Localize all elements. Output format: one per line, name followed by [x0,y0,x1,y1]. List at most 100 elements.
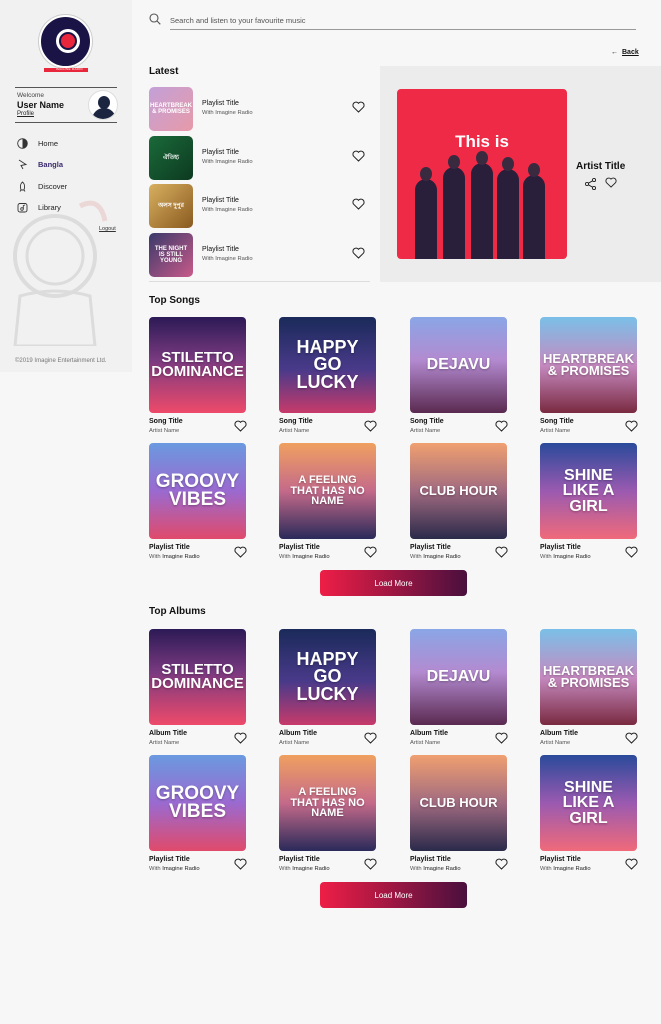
song-card[interactable]: Heartbreak & Promises Song Title Artist … [540,317,638,437]
playlist-artwork: Shine Like A Girl [540,443,637,539]
card-title: Playlist Title [279,544,320,551]
latest-artwork: The Night Is Still Young [149,233,193,277]
album-card[interactable]: Stiletto Dominance Album Title Artist Na… [149,629,247,749]
sidebar-item-bangla[interactable]: Bangla [17,159,63,170]
subtitle-strong: Imagine Radio [292,554,330,560]
album-artwork: Dejavu [410,629,507,725]
heart-icon[interactable] [495,858,508,870]
card-title: Album Title [410,730,448,737]
subtitle-prefix: With [149,554,161,560]
album-artwork: Heartbreak & Promises [540,629,637,725]
song-card[interactable]: Happy Go Lucky Song Title Artist Name [279,317,377,437]
heart-icon[interactable] [364,546,377,558]
band-member-head [448,155,460,169]
card-subtitle: With Imagine Radio [279,866,330,872]
heart-icon[interactable] [364,732,377,744]
heart-icon[interactable] [364,420,377,432]
subtitle-prefix: With [410,554,422,560]
card-title: Album Title [149,730,187,737]
card-title: Playlist Title [540,544,581,551]
copyright: ©2019 Imagine Entertainment Ltd. [15,358,107,364]
top-albums-heading: Top Albums [149,606,206,617]
card-subtitle: Artist Name [410,740,441,746]
card-title: Playlist Title [279,856,320,863]
card-title: Album Title [279,730,317,737]
card-subtitle: With Imagine Radio [540,866,591,872]
latest-artwork: ঐতিহ্য [149,136,193,180]
playlist-card[interactable]: Club Hour Playlist Title With Imagine Ra… [410,443,508,563]
album-card[interactable]: Happy Go Lucky Album Title Artist Name [279,629,377,749]
latest-item[interactable]: ঐতিহ্য Playlist Title With Imagine Radio [149,136,370,180]
playlist-card[interactable]: Groovy Vibes Playlist Title With Imagine… [149,443,247,563]
album-artwork: Stiletto Dominance [149,629,246,725]
latest-title: Playlist Title [202,246,239,253]
heart-icon[interactable] [625,732,638,744]
heart-icon[interactable] [352,198,365,210]
heart-icon[interactable] [495,420,508,432]
latest-title: Playlist Title [202,100,239,107]
playlist-card[interactable]: A Feeling That Has No Name Playlist Titl… [279,755,377,875]
card-subtitle: Artist Name [540,740,571,746]
latest-item[interactable]: Heartbreak & Promises Playlist Title Wit… [149,87,370,131]
band-member-figure [471,163,493,259]
username: User Name [17,100,65,110]
bangla-icon [18,159,28,170]
search-icon[interactable] [149,13,161,25]
home-icon [17,138,28,149]
search-input[interactable] [170,12,636,30]
heart-icon[interactable] [234,420,247,432]
heart-icon[interactable] [352,150,365,162]
heart-icon[interactable] [625,858,638,870]
heart-icon[interactable] [234,732,247,744]
latest-subtitle: With Imagine Radio [202,110,253,116]
subtitle-prefix: With [540,866,552,872]
playlist-card[interactable]: Shine Like A Girl Playlist Title With Im… [540,755,638,875]
card-title: Song Title [149,418,183,425]
song-card[interactable]: Stiletto Dominance Song Title Artist Nam… [149,317,247,437]
heart-icon[interactable] [605,177,617,188]
heart-icon[interactable] [495,732,508,744]
back-button[interactable]: ← Back [611,49,639,56]
playlist-artwork: Club Hour [410,443,507,539]
playlist-card[interactable]: Shine Like A Girl Playlist Title With Im… [540,443,638,563]
heart-icon[interactable] [495,546,508,558]
heart-icon[interactable] [625,420,638,432]
divider [15,87,117,88]
heart-icon[interactable] [625,546,638,558]
heart-icon[interactable] [234,546,247,558]
playlist-card[interactable]: Club Hour Playlist Title With Imagine Ra… [410,755,508,875]
subtitle-prefix: With [540,554,552,560]
latest-item[interactable]: The Night Is Still Young Playlist Title … [149,233,370,277]
playlist-artwork: Club Hour [410,755,507,851]
sidebar-item-discover[interactable]: Discover [17,181,67,192]
album-card[interactable]: Heartbreak & Promises Album Title Artist… [540,629,638,749]
playlist-artwork: A Feeling That Has No Name [279,443,376,539]
band-member-figure [443,167,465,259]
avatar[interactable] [88,90,118,120]
card-subtitle: With Imagine Radio [410,866,461,872]
latest-item[interactable]: অলস দুপুর Playlist Title With Imagine Ra… [149,184,370,228]
band-member-figure [523,175,545,259]
subtitle-strong: Imagine Radio [162,554,200,560]
heart-icon[interactable] [364,858,377,870]
share-icon[interactable] [584,177,597,195]
logo-text: IMAGINE RADIO [56,67,83,71]
subtitle-strong: Imagine Radio [553,866,591,872]
featured-artist-artwork[interactable]: This is [397,89,567,259]
heart-icon[interactable] [352,247,365,259]
playlist-card[interactable]: Groovy Vibes Playlist Title With Imagine… [149,755,247,875]
load-more-songs-button[interactable]: Load More [320,570,467,596]
album-card[interactable]: Dejavu Album Title Artist Name [410,629,508,749]
heart-icon[interactable] [234,858,247,870]
sidebar-item-label: Bangla [38,160,64,169]
heart-icon[interactable] [352,101,365,113]
brand-logo[interactable] [39,15,92,68]
playlist-artwork: Shine Like A Girl [540,755,637,851]
card-title: Album Title [540,730,578,737]
profile-link[interactable]: Profile [17,111,34,117]
playlist-card[interactable]: A Feeling That Has No Name Playlist Titl… [279,443,377,563]
sidebar-item-home[interactable]: Home [17,138,58,149]
song-card[interactable]: Dejavu Song Title Artist Name [410,317,508,437]
card-subtitle: With Imagine Radio [540,554,591,560]
load-more-albums-button[interactable]: Load More [320,882,467,908]
